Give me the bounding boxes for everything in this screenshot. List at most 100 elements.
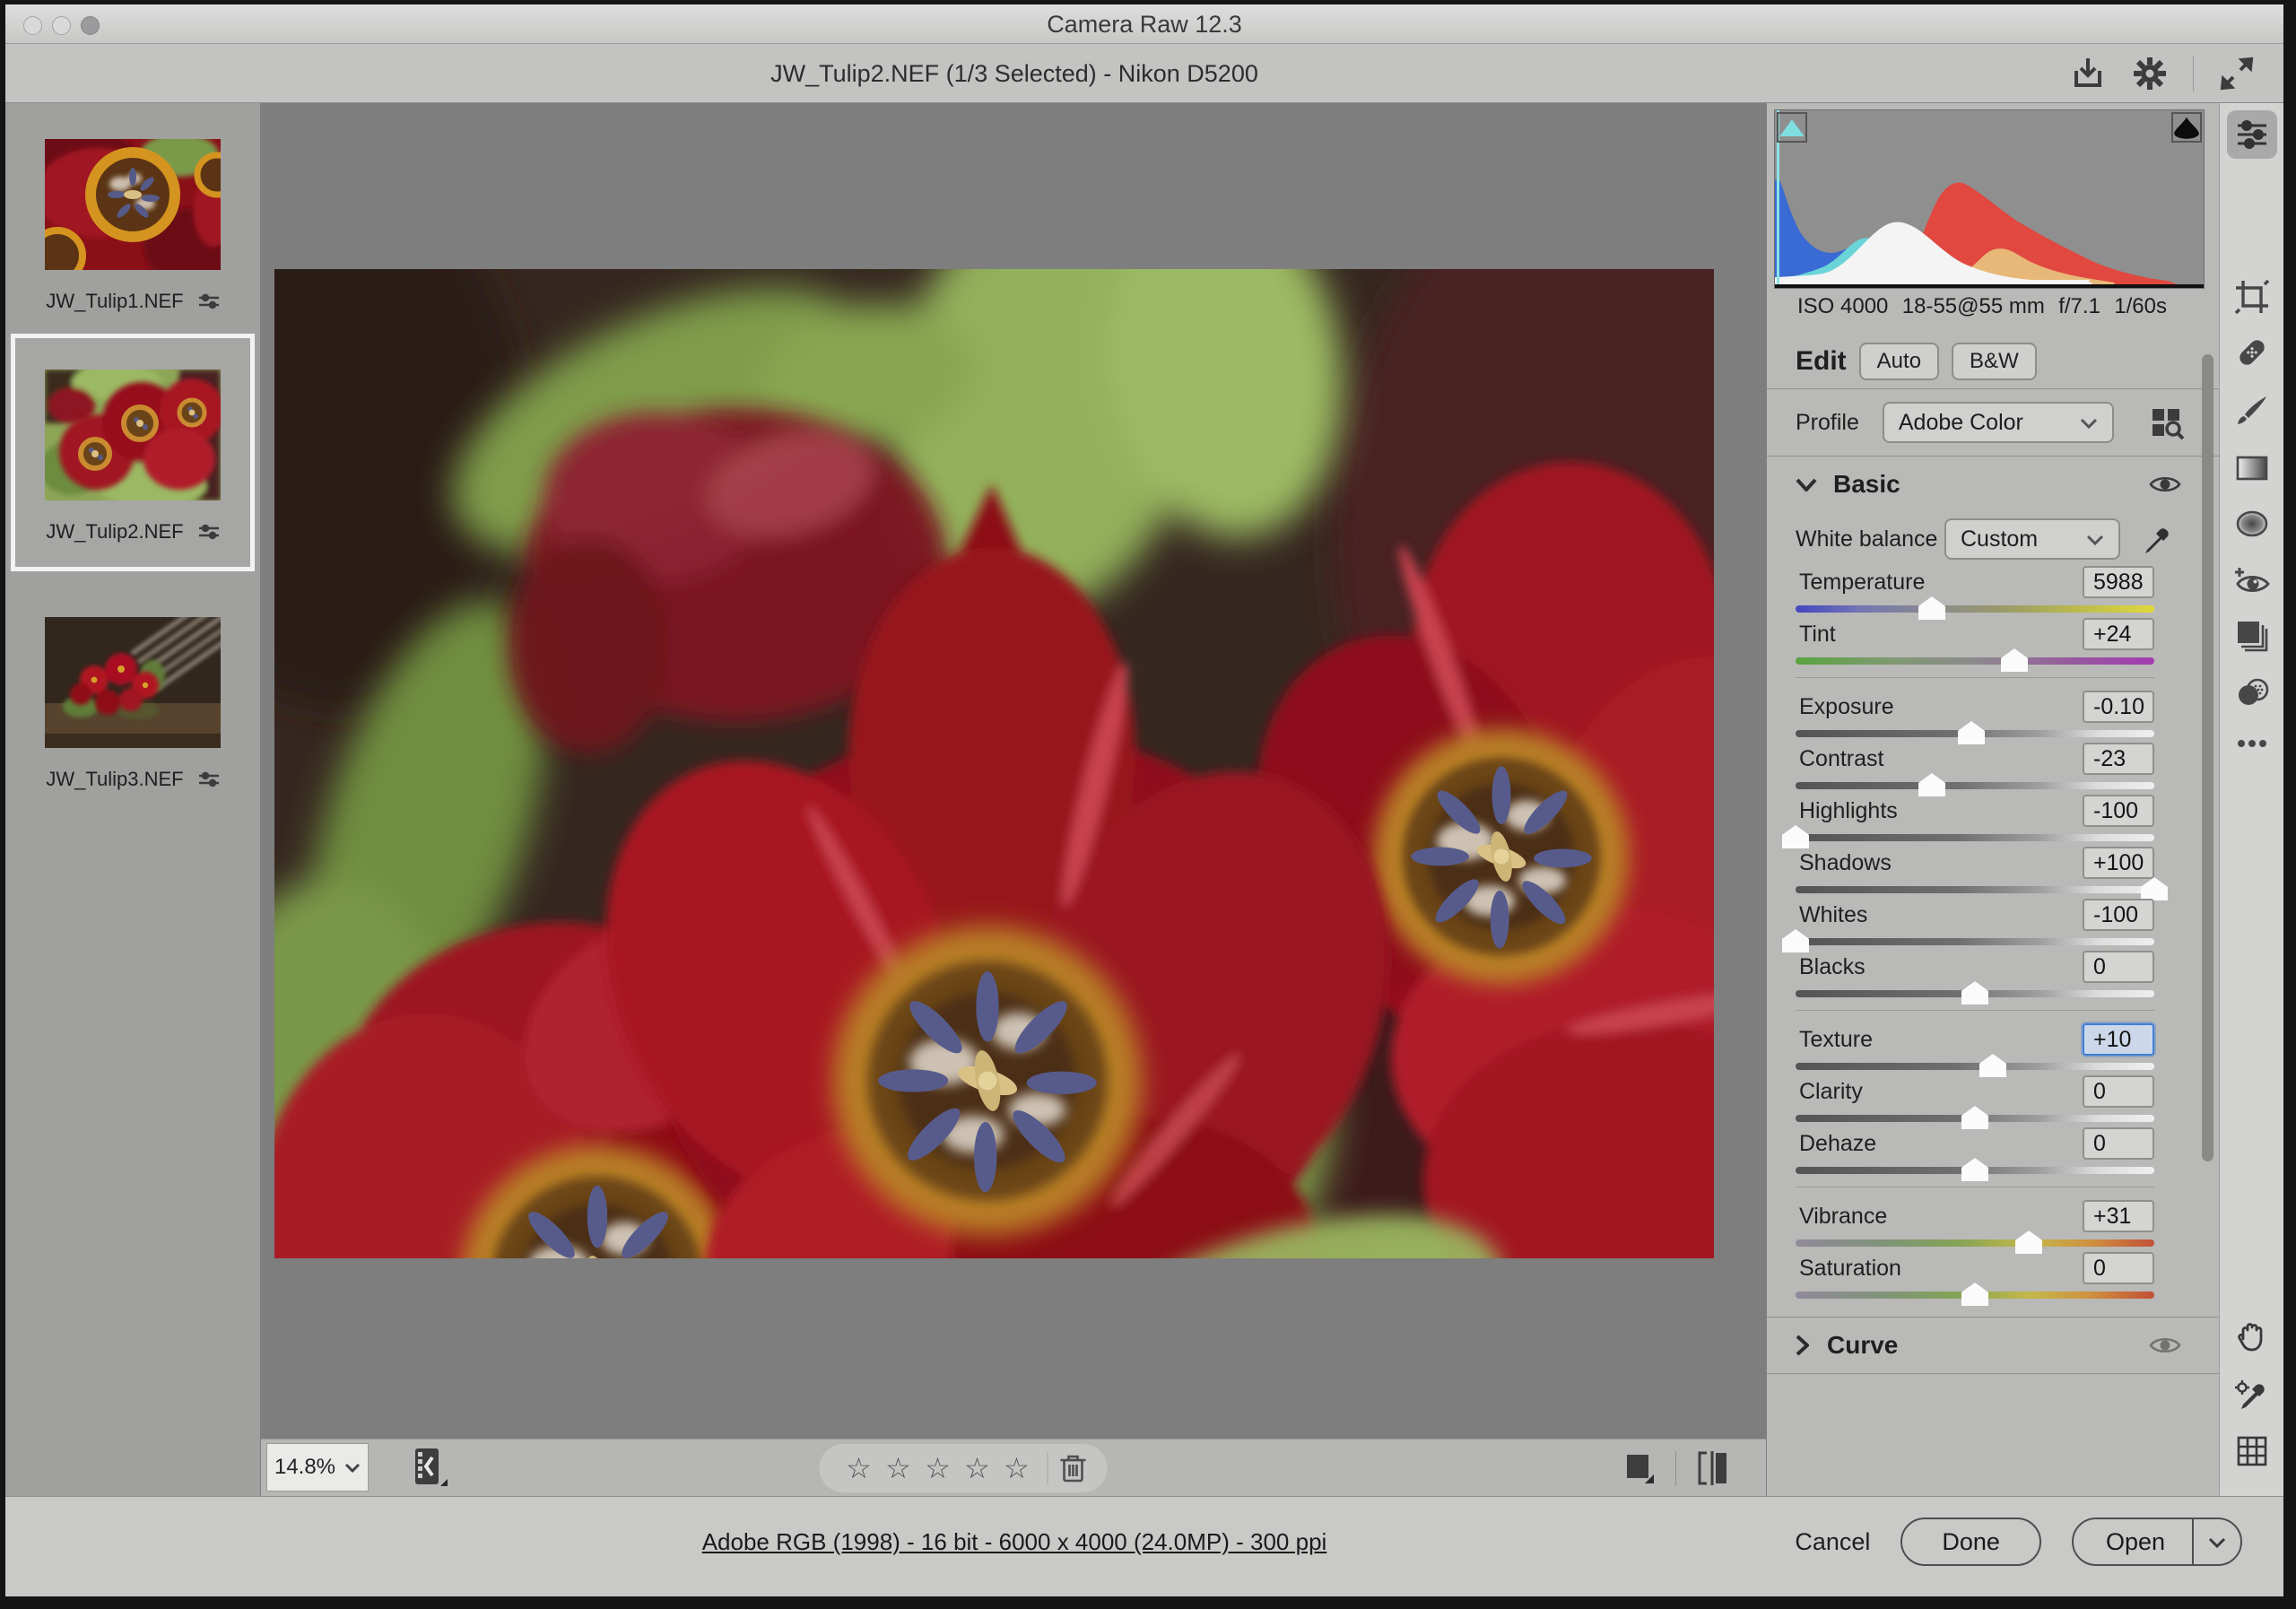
slider-thumb[interactable] bbox=[1961, 1283, 1988, 1306]
slider-thumb[interactable] bbox=[1961, 981, 1988, 1005]
profile-browser-icon[interactable] bbox=[2149, 404, 2187, 441]
edit-tool-icon[interactable] bbox=[2234, 117, 2270, 152]
workflow-options[interactable]: Adobe RGB (1998) - 16 bit - 6000 x 4000 … bbox=[261, 1497, 1768, 1591]
filmstrip-item-1[interactable]: JW_Tulip1.NEF bbox=[11, 139, 255, 313]
filmstrip-item-2-selected[interactable]: JW_Tulip2.NEF bbox=[11, 334, 255, 571]
slider-value-field[interactable]: +24 bbox=[2083, 618, 2154, 650]
profile-value: Adobe Color bbox=[1899, 410, 2023, 436]
white-balance-dropdown[interactable]: Custom bbox=[1944, 518, 2120, 560]
profile-dropdown[interactable]: Adobe Color bbox=[1883, 402, 2114, 443]
slider-track[interactable] bbox=[1796, 938, 2154, 945]
slider-value-field[interactable]: -0.10 bbox=[2083, 691, 2154, 723]
camera-raw-window: Camera Raw 12.3 JW_Tulip2.NEF (1/3 Selec… bbox=[5, 4, 2283, 1596]
graduated-filter-icon[interactable] bbox=[2234, 450, 2270, 486]
done-button[interactable]: Done bbox=[1900, 1518, 2041, 1566]
open-options-chevron[interactable] bbox=[2192, 1519, 2240, 1564]
slider-thumb[interactable] bbox=[1961, 1158, 1988, 1181]
slider-value-field[interactable]: +31 bbox=[2083, 1200, 2154, 1232]
slider-thumb[interactable] bbox=[1958, 721, 1985, 744]
tool-column bbox=[2219, 103, 2283, 1496]
preview-image-tulips bbox=[274, 269, 1714, 1258]
highlight-clipping-indicator[interactable] bbox=[2171, 112, 2202, 143]
filmstrip-item-3[interactable]: JW_Tulip3.NEF bbox=[11, 617, 255, 791]
slider-track[interactable] bbox=[1796, 1167, 2154, 1174]
slider-value-field-focused[interactable]: +10 bbox=[2083, 1023, 2154, 1056]
bw-button[interactable]: B&W bbox=[1952, 343, 2037, 380]
zoom-level-dropdown[interactable]: 14.8% bbox=[266, 1443, 369, 1492]
red-eye-tool-icon[interactable] bbox=[2234, 562, 2270, 598]
preferences-gear-icon[interactable] bbox=[2130, 54, 2170, 93]
workflow-options-link[interactable]: Adobe RGB (1998) - 16 bit - 6000 x 4000 … bbox=[702, 1528, 1327, 1555]
panel-scrollbar[interactable] bbox=[2202, 354, 2213, 1161]
more-tools-icon[interactable] bbox=[2234, 726, 2270, 761]
star-icon[interactable]: ☆ bbox=[839, 1451, 879, 1485]
toggle-fullscreen-icon[interactable] bbox=[2217, 54, 2257, 93]
brush-tool-icon[interactable] bbox=[2234, 393, 2270, 429]
slider-track[interactable] bbox=[1796, 1115, 2154, 1122]
slider-track[interactable] bbox=[1796, 834, 2154, 841]
cancel-button[interactable]: Cancel bbox=[1795, 1528, 1870, 1556]
eye-icon[interactable] bbox=[2149, 1335, 2181, 1356]
slider-value-field[interactable]: +100 bbox=[2083, 847, 2154, 879]
snapshots-tool-icon[interactable] bbox=[2234, 618, 2270, 654]
hand-tool-icon[interactable] bbox=[2234, 1319, 2270, 1355]
thumbnail-tulip3[interactable] bbox=[45, 617, 221, 748]
slider-value-field[interactable]: -100 bbox=[2083, 795, 2154, 827]
split-view-icon[interactable] bbox=[1694, 1449, 1734, 1487]
curve-section-header[interactable]: Curve bbox=[1796, 1318, 2219, 1373]
star-icon[interactable]: ☆ bbox=[918, 1451, 958, 1485]
slider-thumb[interactable] bbox=[1782, 825, 1809, 848]
eye-icon[interactable] bbox=[2149, 474, 2181, 495]
slider-value-field[interactable]: 0 bbox=[2083, 1075, 2154, 1108]
before-after-view-icon[interactable] bbox=[1622, 1449, 1657, 1487]
preview-canvas[interactable]: 14.8% ☆ ☆ ☆ ☆ ☆ bbox=[261, 103, 1766, 1496]
slider-track[interactable] bbox=[1796, 1063, 2154, 1070]
shadow-clipping-indicator[interactable] bbox=[1777, 112, 1807, 143]
slider-thumb[interactable] bbox=[1961, 1106, 1988, 1129]
filmstrip-toggle-icon[interactable] bbox=[404, 1447, 451, 1492]
crop-tool-icon[interactable] bbox=[2234, 279, 2270, 315]
slider-track[interactable] bbox=[1796, 730, 2154, 737]
star-icon[interactable]: ☆ bbox=[997, 1451, 1037, 1485]
slider-value-field[interactable]: -23 bbox=[2083, 743, 2154, 775]
slider-track[interactable] bbox=[1796, 657, 2154, 665]
slider-thumb[interactable] bbox=[1918, 596, 1945, 620]
grid-overlay-icon[interactable] bbox=[2234, 1433, 2270, 1469]
wb-eyedropper-icon[interactable] bbox=[2142, 523, 2174, 555]
histogram[interactable] bbox=[1774, 109, 2205, 289]
exif-lens: 18-55@55 mm bbox=[1902, 294, 2045, 319]
slider-label: Texture bbox=[1799, 1027, 1873, 1053]
trash-icon[interactable] bbox=[1059, 1452, 1088, 1484]
white-balance-sampler-icon[interactable] bbox=[2234, 1378, 2270, 1413]
slider-track[interactable] bbox=[1796, 990, 2154, 997]
star-icon[interactable]: ☆ bbox=[879, 1451, 918, 1485]
slider-thumb[interactable] bbox=[2001, 648, 2028, 672]
radial-filter-icon[interactable] bbox=[2234, 506, 2270, 542]
slider-track[interactable] bbox=[1796, 1292, 2154, 1299]
thumbnail-tulip1[interactable] bbox=[45, 139, 221, 270]
basic-section-header[interactable]: Basic bbox=[1796, 457, 2219, 512]
presets-tool-icon[interactable] bbox=[2234, 675, 2270, 711]
slider-track[interactable] bbox=[1796, 1239, 2154, 1247]
thumbnail-tulip2[interactable] bbox=[45, 370, 221, 500]
filmstrip-item-label: JW_Tulip3.NEF bbox=[46, 768, 183, 791]
slider-track[interactable] bbox=[1796, 605, 2154, 613]
auto-button[interactable]: Auto bbox=[1859, 343, 1939, 380]
slider-thumb[interactable] bbox=[2015, 1231, 2042, 1254]
slider-track[interactable] bbox=[1796, 782, 2154, 789]
slider-thumb[interactable] bbox=[1979, 1054, 2006, 1077]
slider-thumb[interactable] bbox=[2141, 877, 2168, 900]
open-button[interactable]: Open bbox=[2072, 1518, 2242, 1566]
star-icon[interactable]: ☆ bbox=[958, 1451, 997, 1485]
slider-value-field[interactable]: 0 bbox=[2083, 951, 2154, 983]
slider-thumb[interactable] bbox=[1782, 929, 1809, 952]
filmstrip: JW_Tulip1.NEF bbox=[5, 103, 261, 1496]
slider-track[interactable] bbox=[1796, 886, 2154, 893]
save-image-icon[interactable] bbox=[2069, 55, 2107, 92]
slider-value-field[interactable]: 0 bbox=[2083, 1252, 2154, 1284]
slider-value-field[interactable]: -100 bbox=[2083, 899, 2154, 931]
slider-value-field[interactable]: 5988 bbox=[2083, 566, 2154, 598]
healing-tool-icon[interactable] bbox=[2234, 335, 2270, 370]
slider-thumb[interactable] bbox=[1918, 773, 1945, 796]
slider-value-field[interactable]: 0 bbox=[2083, 1127, 2154, 1160]
